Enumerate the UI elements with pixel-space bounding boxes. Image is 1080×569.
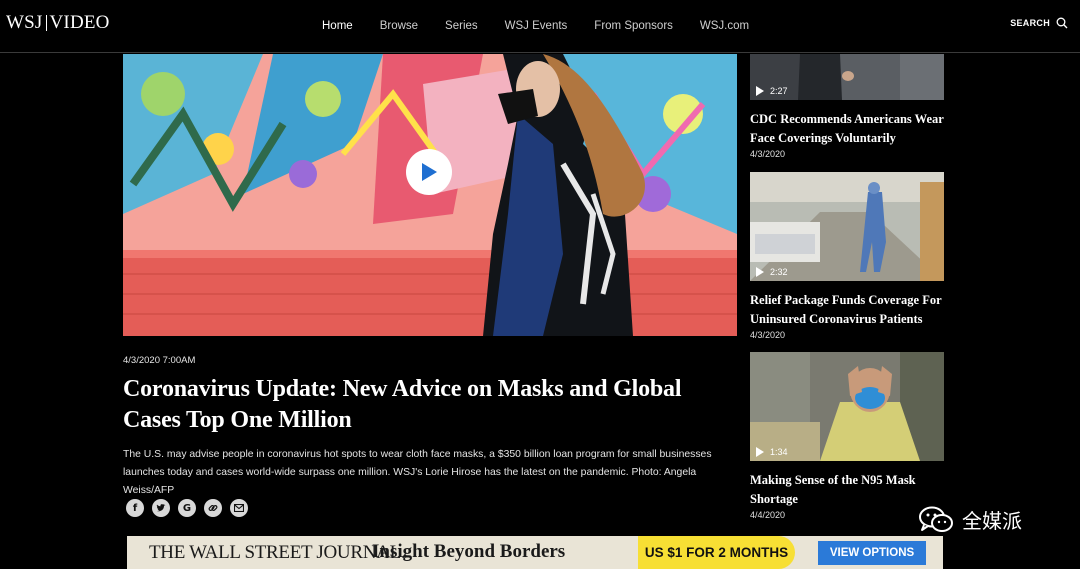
duration-text: 2:32 (770, 267, 788, 277)
video-publish-date: 4/3/2020 7:00AM (123, 355, 196, 366)
sidebar-video-item[interactable]: 2:27 CDC Recommends Americans Wear Face … (750, 54, 944, 159)
logo-video-text: VIDEO (49, 12, 110, 33)
share-bar: f G (126, 499, 248, 517)
nav-item-series[interactable]: Series (445, 20, 478, 32)
play-icon (756, 447, 764, 457)
google-icon[interactable]: G (178, 499, 196, 517)
duration-text: 1:34 (770, 447, 788, 457)
video-thumbnail[interactable]: 1:34 (750, 352, 944, 461)
watermark: 全媒派 (918, 505, 1022, 534)
video-thumbnail[interactable]: 2:32 (750, 172, 944, 281)
video-headline: Coronavirus Update: New Advice on Masks … (123, 376, 682, 433)
link-icon[interactable] (204, 499, 222, 517)
facebook-icon[interactable]: f (126, 499, 144, 517)
video-duration: 2:27 (756, 86, 788, 96)
sidebar-video-title[interactable]: Relief Package Funds Coverage For Uninsu… (750, 291, 944, 328)
search-label: SEARCH (1010, 18, 1050, 28)
video-thumbnail-mural (123, 54, 737, 336)
banner-tagline: Insight Beyond Borders (372, 541, 566, 562)
wsj-video-logo[interactable]: WSJ VIDEO (6, 12, 110, 34)
video-duration: 1:34 (756, 447, 788, 457)
search-button[interactable]: SEARCH (1010, 17, 1068, 29)
nav-item-home[interactable]: Home (322, 20, 353, 32)
sidebar-video-date: 4/3/2020 (750, 330, 786, 340)
watermark-text: 全媒派 (962, 509, 1022, 533)
nav-item-from-sponsors[interactable]: From Sponsors (594, 20, 673, 32)
wechat-icon (918, 506, 954, 534)
video-thumbnail[interactable]: 2:27 (750, 54, 944, 100)
logo-wsj-text: WSJ (6, 12, 43, 33)
video-description: The U.S. may advise people in coronaviru… (123, 449, 712, 496)
nav-item-wsj-events[interactable]: WSJ Events (505, 20, 568, 32)
twitter-icon[interactable] (152, 499, 170, 517)
play-icon (756, 267, 764, 277)
sidebar-video-item[interactable]: 1:34 Making Sense of the N95 Mask Shorta… (750, 352, 944, 520)
sidebar-video-date: 4/4/2020 (750, 510, 786, 520)
sidebar-video-title[interactable]: CDC Recommends Americans Wear Face Cover… (750, 110, 944, 147)
view-options-button[interactable]: VIEW OPTIONS (818, 541, 926, 565)
nav-item-wsj-com[interactable]: WSJ.com (700, 20, 749, 32)
thumbnail-n95-mask-worker (750, 352, 944, 461)
search-icon (1056, 17, 1068, 29)
subscription-banner[interactable]: THE WALL STREET JOURNAL. Insight Beyond … (127, 536, 943, 569)
banner-publication-name: THE WALL STREET JOURNAL. (149, 542, 406, 563)
duration-text: 2:27 (770, 86, 788, 96)
play-icon (756, 86, 764, 96)
play-icon (420, 162, 438, 182)
sidebar-video-title[interactable]: Making Sense of the N95 Mask Shortage (750, 471, 944, 508)
logo-divider (45, 15, 47, 31)
email-icon[interactable] (230, 499, 248, 517)
nav-item-browse[interactable]: Browse (380, 20, 418, 32)
sidebar-video-date: 4/3/2020 (750, 149, 786, 159)
thumbnail-hospital-corridor (750, 172, 944, 281)
banner-offer: US $1 FOR 2 MONTHS (638, 536, 795, 569)
video-duration: 2:32 (756, 267, 788, 277)
main-nav: Home Browse Series WSJ Events From Spons… (322, 20, 776, 32)
main-video-player[interactable] (123, 54, 737, 336)
sidebar-video-item[interactable]: 2:32 Relief Package Funds Coverage For U… (750, 172, 944, 340)
top-navigation-bar: WSJ VIDEO Home Browse Series WSJ Events … (0, 0, 1080, 53)
play-button[interactable] (406, 149, 452, 195)
